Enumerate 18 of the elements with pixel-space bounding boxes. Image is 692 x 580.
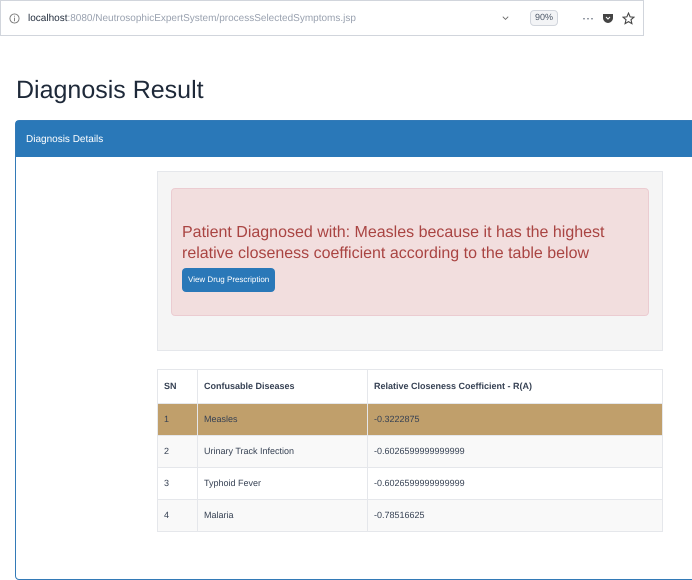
url-field[interactable]: localhost:8080/NeutrosophicExpertSystem/processSelectedSymptoms.jsp	[28, 10, 493, 26]
panel-title: Diagnosis Details	[26, 132, 104, 146]
table-row[interactable]: 2 Urinary Track Infection -0.6026599999999999	[158, 436, 662, 468]
table-row[interactable]: 3 Typhoid Fever -0.6026599999999999	[158, 468, 662, 500]
star-icon[interactable]	[622, 12, 635, 24]
shield-icon[interactable]	[602, 12, 614, 24]
prescription-button[interactable]: View Drug Prescription	[182, 268, 276, 292]
more-menu[interactable]: ···	[582, 9, 594, 27]
page-title: Diagnosis Result	[16, 78, 205, 103]
chevron-down-icon[interactable]	[500, 14, 510, 22]
info-icon[interactable]	[9, 12, 20, 24]
table-cell: Malaria	[198, 500, 368, 532]
zoom-level[interactable]: 90%	[530, 10, 558, 26]
table-row[interactable]: 1 Measles -0.3222875	[158, 404, 662, 436]
table-cell: -0.78516625	[368, 500, 662, 532]
alert-message: Patient Diagnosed with: Measles because it has the highest relative closeness coefficient according to the table below	[182, 223, 606, 264]
table-cell: 4	[158, 500, 198, 532]
table-row[interactable]: 4 Malaria -0.78516625	[158, 500, 662, 532]
